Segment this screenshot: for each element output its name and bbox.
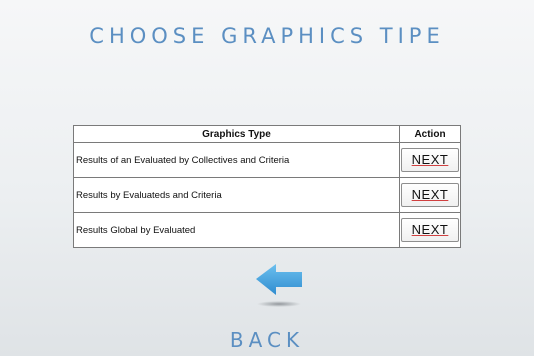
action-cell: NEXT [399, 142, 461, 178]
table-row: Results of an Evaluated by Collectives a… [73, 142, 461, 178]
graphics-type-cell: Results by Evaluateds and Criteria [73, 177, 400, 213]
table-row: Results Global by Evaluated NEXT [73, 212, 461, 248]
table-header-row: Graphics Type Action [73, 125, 461, 143]
back-link[interactable]: BACK [0, 328, 534, 352]
next-button-collectives-criteria[interactable]: NEXT [401, 148, 459, 172]
action-cell: NEXT [399, 177, 461, 213]
graphics-type-cell: Results of an Evaluated by Collectives a… [73, 142, 400, 178]
header-graphics-type: Graphics Type [73, 125, 400, 143]
next-button-global-evaluated[interactable]: NEXT [401, 218, 459, 242]
next-button-evaluateds-criteria[interactable]: NEXT [401, 183, 459, 207]
graphics-type-cell: Results Global by Evaluated [73, 212, 400, 248]
page-title: CHOOSE GRAPHICS TIPE [89, 24, 445, 48]
action-cell: NEXT [399, 212, 461, 248]
graphics-type-table: Graphics Type Action Results of an Evalu… [73, 125, 461, 248]
header-action: Action [399, 125, 461, 143]
table-row: Results by Evaluateds and Criteria NEXT [73, 177, 461, 213]
left-arrow-icon[interactable] [250, 262, 308, 310]
